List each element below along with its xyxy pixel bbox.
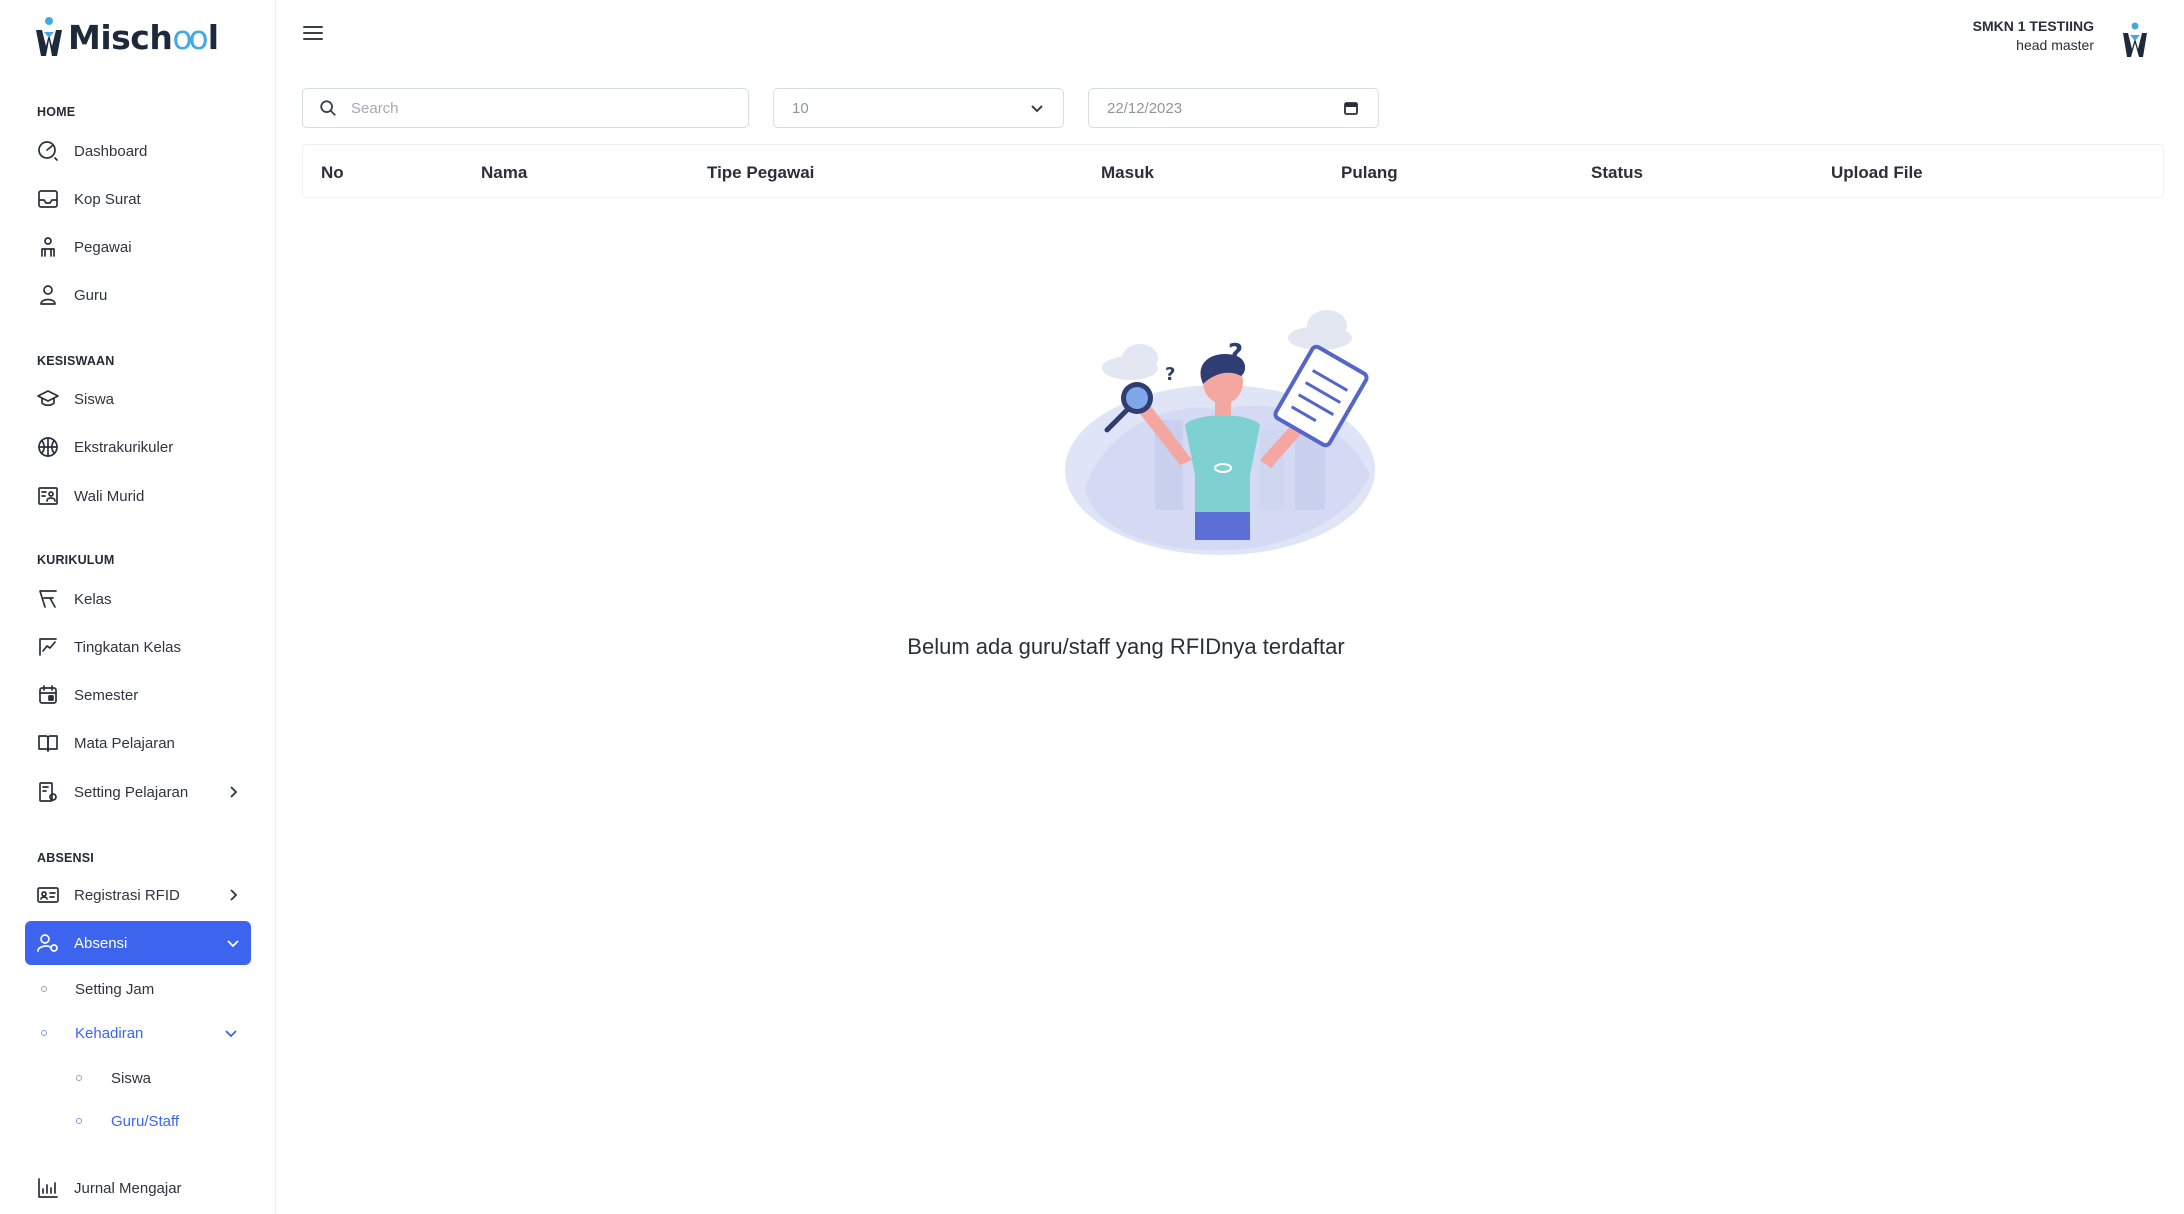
employee-icon	[35, 234, 61, 260]
sidebar-item-semester[interactable]: Semester	[25, 673, 251, 717]
sidebar-subitem-kehadiran[interactable]: Kehadiran	[41, 1016, 251, 1050]
user-role: head master	[2016, 37, 2094, 53]
attendance-table-header: No Nama Tipe Pegawai Masuk Pulang Status…	[302, 144, 2164, 198]
classroom-icon	[35, 586, 61, 612]
bullet-icon	[41, 986, 47, 992]
user-school-name: SMKN 1 TESTIING	[1972, 18, 2094, 34]
sidebar-item-mata-pelajaran[interactable]: Mata Pelajaran	[25, 721, 251, 765]
logo-icon	[36, 17, 62, 56]
bullet-icon	[76, 1075, 82, 1081]
empty-state-message-wrap: Belum ada guru/staff yang RFIDnya terdaf…	[0, 634, 2184, 660]
sidebar-item-setting-pelajaran[interactable]: Setting Pelajaran	[25, 770, 251, 814]
chevron-down-icon	[1031, 105, 1043, 113]
sidebar-item-label: Siswa	[74, 390, 115, 408]
settings-document-icon	[35, 779, 61, 805]
sidebar-item-wali-murid[interactable]: Wali Murid	[25, 474, 251, 518]
sidebar-item-registrasi-rfid[interactable]: Registrasi RFID	[25, 873, 251, 917]
sidebar-item-kop-surat[interactable]: Kop Surat	[25, 177, 251, 221]
user-info[interactable]: SMKN 1 TESTIING head master	[1973, 18, 2094, 53]
sidebar-item-label: Absensi	[74, 934, 128, 952]
sidebar-item-label: Kelas	[74, 590, 112, 608]
sidebar-item-label: Setting Pelajaran	[74, 783, 189, 801]
logo-text: Misch oo l	[68, 17, 219, 57]
section-title-home: HOME	[37, 105, 76, 119]
sidebar-item-absensi[interactable]: Absensi	[25, 921, 251, 965]
menu-toggle-button[interactable]	[303, 26, 323, 42]
calendar-icon[interactable]	[1344, 101, 1358, 115]
sidebar-item-label: Dashboard	[74, 142, 148, 160]
parent-icon	[35, 483, 61, 509]
sidebar-item-jurnal-mengajar[interactable]: Jurnal Mengajar	[25, 1166, 251, 1210]
sidebar-item-ekstrakurikuler[interactable]: Ekstrakurikuler	[25, 425, 251, 469]
search-box[interactable]	[302, 88, 749, 128]
sidebar-item-siswa[interactable]: Siswa	[25, 377, 251, 421]
avatar[interactable]	[2120, 22, 2150, 58]
sidebar-item-label: Wali Murid	[74, 487, 145, 505]
sidebar-item-label: Mata Pelajaran	[74, 734, 175, 752]
user-settings-icon	[35, 930, 61, 956]
page-size-value: 10	[792, 99, 809, 117]
column-header-nama: Nama	[481, 163, 528, 182]
calendar-icon	[35, 682, 61, 708]
page-size-select[interactable]: 10	[773, 88, 1064, 128]
app-logo[interactable]: Misch oo l	[32, 14, 219, 60]
sidebar-subitem-label: Setting Jam	[75, 980, 155, 998]
section-title-absensi: ABSENSI	[37, 851, 94, 865]
date-picker[interactable]: 22/12/2023	[1088, 88, 1379, 128]
search-icon	[320, 100, 336, 116]
sidebar-subitem-label: Guru/Staff	[111, 1112, 180, 1130]
sidebar-item-label: Guru	[74, 286, 108, 304]
sidebar-subitem-label: Siswa	[111, 1069, 152, 1087]
chevron-right-icon	[225, 784, 241, 800]
column-header-masuk: Masuk	[1101, 163, 1154, 182]
column-header-pulang: Pulang	[1341, 163, 1398, 182]
empty-state-message: Belum ada guru/staff yang RFIDnya terdaf…	[907, 634, 1345, 659]
date-value: 22/12/2023	[1107, 99, 1183, 117]
sidebar-subitem-kehadiran-guru-staff[interactable]: Guru/Staff	[76, 1104, 251, 1138]
sidebar-item-label: Pegawai	[74, 238, 132, 256]
search-input[interactable]	[351, 99, 711, 117]
sidebar-item-label: Kop Surat	[74, 190, 141, 208]
bar-chart-icon	[35, 1175, 61, 1201]
bullet-icon	[41, 1030, 47, 1036]
empty-state-illustration: ? ?	[1065, 310, 1375, 555]
sidebar-item-guru[interactable]: Guru	[25, 273, 251, 317]
chevron-right-icon	[225, 887, 241, 903]
inbox-icon	[35, 186, 61, 212]
sidebar-item-label: Semester	[74, 686, 139, 704]
basketball-icon	[35, 434, 61, 460]
column-header-tipe-pegawai: Tipe Pegawai	[707, 163, 815, 182]
svg-text:?: ?	[1165, 364, 1175, 385]
sidebar-item-label: Registrasi RFID	[74, 886, 180, 904]
sidebar: Misch oo l HOME Dashboard Kop Surat Pegawa…	[0, 0, 276, 1214]
sidebar-item-label: Jurnal Mengajar	[74, 1179, 182, 1197]
graduation-cap-icon	[35, 386, 61, 412]
column-header-status: Status	[1591, 163, 1643, 182]
teacher-icon	[35, 282, 61, 308]
bullet-icon	[76, 1118, 82, 1124]
sidebar-item-pegawai[interactable]: Pegawai	[25, 225, 251, 269]
book-icon	[35, 730, 61, 756]
section-title-kurikulum: KURIKULUM	[37, 553, 115, 567]
section-title-kesiswaan: KESISWAAN	[37, 354, 115, 368]
id-card-icon	[35, 882, 61, 908]
dashboard-icon	[35, 138, 61, 164]
column-header-upload-file: Upload File	[1831, 163, 1923, 182]
column-header-no: No	[321, 163, 344, 182]
sidebar-subitem-label: Kehadiran	[75, 1024, 144, 1042]
sidebar-item-label: Ekstrakurikuler	[74, 438, 174, 456]
sidebar-subitem-setting-jam[interactable]: Setting Jam	[41, 972, 251, 1006]
sidebar-item-dashboard[interactable]: Dashboard	[25, 129, 251, 173]
chevron-down-icon	[225, 935, 241, 951]
chevron-down-icon	[223, 1025, 239, 1041]
sidebar-item-kelas[interactable]: Kelas	[25, 577, 251, 621]
sidebar-subitem-kehadiran-siswa[interactable]: Siswa	[76, 1061, 251, 1095]
